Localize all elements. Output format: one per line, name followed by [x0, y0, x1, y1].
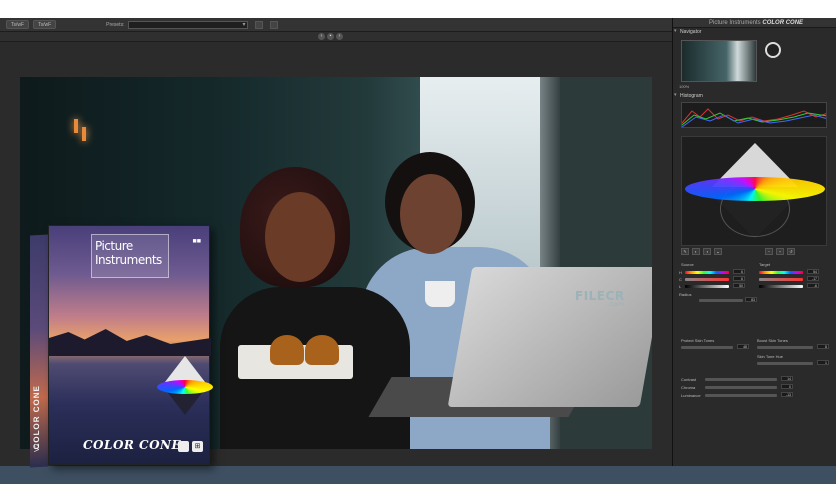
navigator-section-title[interactable]: Navigator [673, 28, 836, 36]
luminance-slider[interactable] [705, 394, 777, 397]
folder-icon[interactable]: ▪ [327, 33, 334, 40]
skin-hue-value[interactable]: 1 [817, 360, 829, 365]
box-version: V2 [33, 443, 41, 453]
target-chroma-slider[interactable] [759, 278, 803, 281]
presets-dropdown[interactable] [128, 20, 249, 29]
skin-hue-slider[interactable] [757, 362, 813, 365]
image-navigation: ‹ ▪ › [318, 33, 343, 40]
contrast-slider[interactable] [705, 378, 777, 381]
remove-icon[interactable]: − [765, 248, 773, 255]
panel-header: Picture Instruments COLOR CONE [673, 18, 836, 28]
target-label: Target [759, 262, 771, 267]
language-flags-icon: ■■ [192, 238, 201, 245]
delete-preset-icon[interactable] [270, 20, 279, 29]
eyedropper-icon[interactable]: ✎ [681, 248, 689, 255]
watermark: FILECR .com [575, 289, 625, 308]
box-cone-icon [157, 356, 213, 436]
toolbar-button-b[interactable]: Ts/wF [33, 20, 57, 29]
protect-skin-label: Protect Skin Tones [681, 338, 715, 343]
box-front: Picture Instruments ■■ COLOR CONE ⊞ [48, 225, 213, 465]
source-h-label: H [679, 270, 682, 275]
protect-skin-value[interactable]: 48 [737, 344, 749, 349]
zoom-dial-icon[interactable] [765, 42, 781, 58]
photo-pastry [305, 335, 339, 365]
radius-value[interactable]: 83 [745, 297, 757, 302]
box-side: COLOR CONE V2 [30, 234, 48, 468]
luminance-label: Luminance [681, 393, 701, 398]
source-chroma-slider[interactable] [685, 278, 729, 281]
target-hue-slider[interactable] [759, 271, 803, 274]
view-mode-icon[interactable]: ◒ [714, 248, 722, 255]
photo-coffee-cup [425, 281, 455, 307]
boost-skin-label: Boost Skin Tones [757, 338, 788, 343]
windows-icon: ⊞ [192, 441, 203, 452]
source-label: Source [681, 262, 694, 267]
photo-lamp [74, 119, 78, 133]
histogram-graph [682, 108, 826, 127]
product-name: COLOR CONE [762, 20, 804, 26]
source-lightness-slider[interactable] [685, 285, 729, 288]
chroma-slider[interactable] [705, 386, 777, 389]
box-side-title: COLOR CONE [32, 384, 41, 450]
cone-tools: ✎ ◐ ◑ ◒ − + ↺ [681, 248, 831, 256]
box-mountain [49, 329, 211, 356]
source-c-label: C [679, 277, 682, 282]
boost-skin-value[interactable]: 8 [817, 344, 829, 349]
target-lightness-slider[interactable] [759, 285, 803, 288]
add-icon[interactable]: + [776, 248, 784, 255]
box-title: COLOR CONE [83, 438, 182, 452]
bottom-band [0, 466, 836, 484]
skin-hue-label: Skin Tone Hue [757, 354, 783, 359]
boost-skin-slider[interactable] [757, 346, 813, 349]
histogram-section-title[interactable]: Histogram [673, 92, 703, 100]
navigator-thumbnail[interactable] [681, 40, 757, 82]
target-l-value[interactable]: -6 [807, 283, 819, 288]
chroma-label: Chroma [681, 385, 696, 390]
photo-laptop [447, 267, 652, 407]
presets-label: Presets: [106, 21, 125, 28]
view-bar: ‹ ▪ › [0, 32, 672, 42]
source-l-value[interactable]: 50 [733, 283, 745, 288]
source-c-value[interactable]: 6 [733, 276, 745, 281]
top-toolbar: Ts/wF Ts/wF Presets: [0, 18, 672, 32]
toolbar-button-a[interactable]: Ts/wF [6, 20, 30, 29]
radius-slider[interactable] [699, 299, 743, 302]
next-image-icon[interactable]: › [336, 33, 343, 40]
cone-hue-disc[interactable] [685, 177, 825, 201]
zoom-level: 100% [679, 84, 690, 89]
save-preset-icon[interactable] [255, 20, 264, 29]
color-cone-view[interactable] [681, 136, 827, 246]
protect-skin-slider[interactable] [681, 346, 733, 349]
previous-image-icon[interactable]: ‹ [318, 33, 325, 40]
right-panel: Picture Instruments COLOR CONE Navigator… [672, 18, 836, 466]
brand-name: Picture Instruments [709, 20, 761, 26]
reset-icon[interactable]: ↺ [787, 248, 795, 255]
target-h-value[interactable]: 54 [807, 269, 819, 274]
histogram [681, 102, 827, 128]
luminance-value[interactable]: -13 [781, 392, 793, 397]
source-l-label: L [679, 284, 682, 289]
box-logo: Picture Instruments [91, 234, 169, 278]
view-mode-icon[interactable]: ◑ [703, 248, 711, 255]
source-hue-slider[interactable] [685, 271, 729, 274]
contrast-value[interactable]: 14 [781, 376, 793, 381]
view-mode-icon[interactable]: ◐ [692, 248, 700, 255]
photo-pastry [270, 335, 304, 365]
target-c-value[interactable]: -17 [807, 276, 819, 281]
radius-label: Radius [679, 292, 692, 297]
contrast-label: Contrast [681, 377, 697, 382]
chroma-value[interactable]: 0 [781, 384, 793, 389]
source-h-value[interactable]: 6 [733, 269, 745, 274]
apple-icon [178, 441, 189, 452]
photo-lamp [82, 127, 86, 141]
product-box: COLOR CONE V2 Picture Instruments ■■ COL… [30, 225, 213, 468]
os-icons: ⊞ [178, 441, 203, 452]
